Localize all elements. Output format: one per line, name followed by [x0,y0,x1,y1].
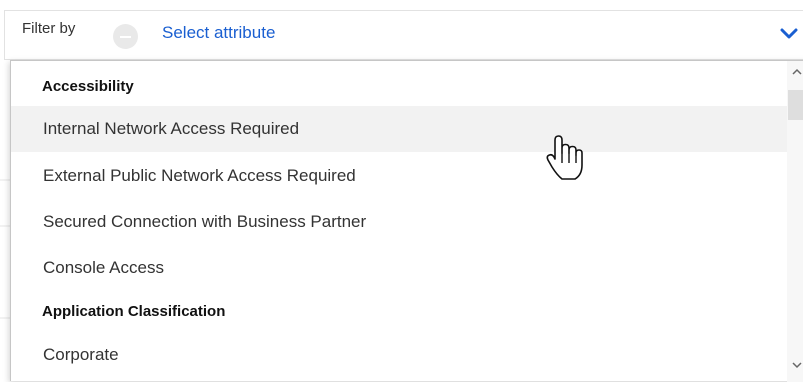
attribute-option-list: Accessibility Internal Network Access Re… [11,61,787,382]
option-internal-network-access[interactable]: Internal Network Access Required [11,106,787,152]
select-attribute-dropdown[interactable]: Select attribute [162,22,275,44]
chevron-down-icon[interactable] [780,28,798,40]
option-external-public-network-access[interactable]: External Public Network Access Required [11,153,787,199]
scroll-down-arrow-icon[interactable] [791,361,803,369]
group-header-application-classification: Application Classification [42,303,226,320]
minus-circle-icon[interactable] [113,24,138,49]
scroll-up-arrow-icon[interactable] [791,68,803,76]
option-corporate[interactable]: Corporate [11,332,787,378]
option-secured-connection-business-partner[interactable]: Secured Connection with Business Partner [11,199,787,245]
scrollbar-thumb[interactable] [788,90,803,120]
option-console-access[interactable]: Console Access [11,245,787,291]
filter-label: Filter by [22,20,76,37]
group-header-accessibility: Accessibility [42,78,134,95]
dropdown-scrollbar[interactable] [787,61,803,382]
attribute-dropdown-menu: Accessibility Internal Network Access Re… [10,60,803,382]
